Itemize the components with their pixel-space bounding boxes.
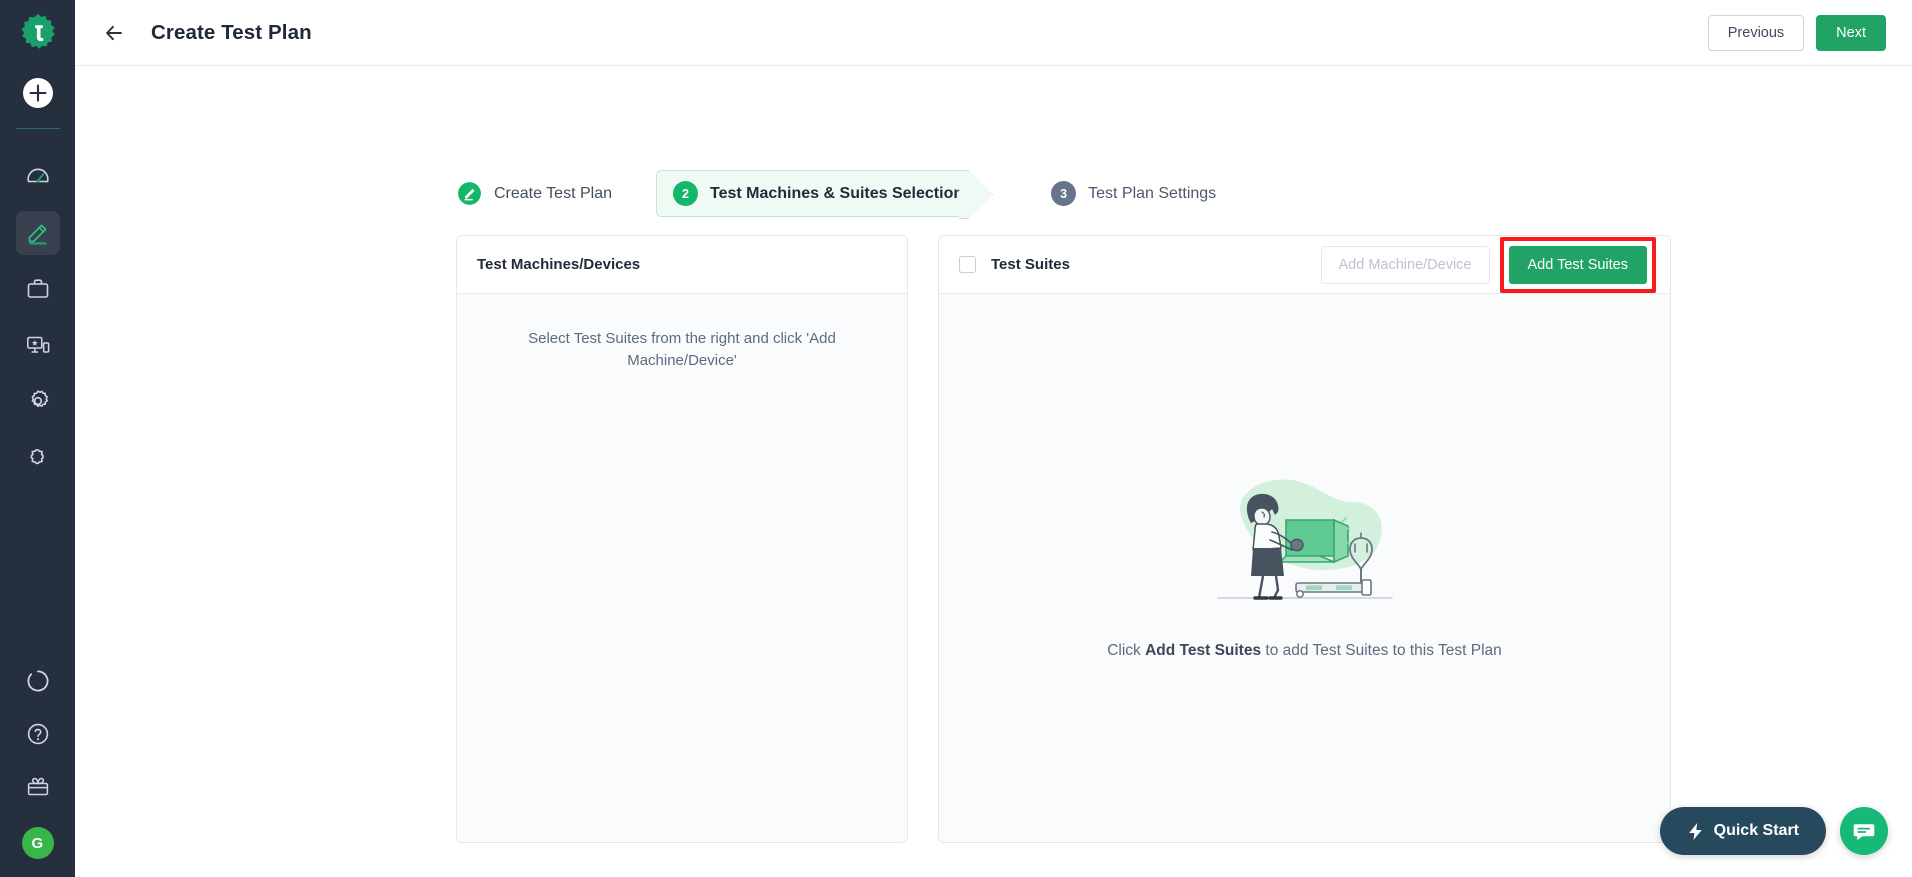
test-machines-panel-body: Select Test Suites from the right and cl… [457,294,907,842]
back-button[interactable] [99,18,129,48]
app-root: G Create Test Plan Previous Next Create … [0,0,1912,877]
sidebar-item-create[interactable] [15,211,60,255]
pencil-icon [28,224,46,245]
sidebar-nav [0,155,75,479]
quick-start-label: Quick Start [1713,822,1799,839]
next-button[interactable]: Next [1816,14,1886,51]
sidebar-bottom-group: G [0,668,75,859]
testsigma-logo-icon [21,14,55,49]
arrow-left-icon [106,25,122,40]
testsigma-logo[interactable] [12,8,64,60]
test-machines-panel: Test Machines/Devices Select Test Suites… [456,235,908,843]
sidebar-item-devices[interactable] [16,323,60,367]
floating-widgets: Quick Start [1659,807,1888,855]
test-suites-empty-state: Click Add Test Suites to add Test Suites… [939,466,1670,660]
empty-caption-bold: Add Test Suites [1145,642,1262,659]
content-area: Create Test Plan 2 Test Machines & Suite… [75,66,1912,877]
progress-circle-icon [26,670,48,692]
test-suites-panel-title: Test Suites [991,256,1070,273]
stepper-step-1[interactable]: Create Test Plan [457,171,656,217]
test-machines-panel-header: Test Machines/Devices [457,236,907,294]
step-completed-icon [458,182,481,205]
add-test-suites-highlight: Add Test Suites [1499,236,1656,293]
add-test-suites-button[interactable]: Add Test Suites [1508,245,1647,284]
sidebar-item-settings[interactable] [16,379,60,423]
test-suites-panel: Test Suites Add Machine/Device Add Test … [938,235,1671,843]
quick-start-button[interactable]: Quick Start [1659,807,1826,855]
select-all-test-suites-checkbox[interactable] [959,256,976,273]
stepper-step-3[interactable]: 3 Test Plan Settings [1051,171,1216,217]
sidebar-item-addons[interactable] [16,435,60,479]
gift-icon [27,777,48,796]
sidebar-item-dashboard[interactable] [16,155,60,199]
add-new-button[interactable] [21,76,55,110]
plus-circle-icon [22,78,53,108]
sidebar-item-projects[interactable] [16,267,60,311]
add-machine-device-button[interactable]: Add Machine/Device [1320,245,1490,284]
lightning-bolt-icon [1688,822,1702,840]
chat-button[interactable] [1840,807,1888,855]
stepper: Create Test Plan 2 Test Machines & Suite… [75,66,1912,217]
stepper-step-3-number: 3 [1051,181,1077,206]
stepper-step-2[interactable]: 2 Test Machines & Suites Selection [656,170,970,217]
page-title: Create Test Plan [151,20,312,44]
sidebar-item-whats-new[interactable] [25,774,51,805]
previous-button[interactable]: Previous [1707,14,1805,51]
test-machines-hint: Select Test Suites from the right and cl… [528,330,836,369]
sidebar-item-help[interactable] [25,721,51,752]
devices-icon [26,336,49,353]
empty-caption-after: to add Test Suites to this Test Plan [1261,642,1502,659]
main-area: Create Test Plan Previous Next Create Te… [75,0,1912,877]
topbar: Create Test Plan Previous Next [75,0,1912,66]
avatar[interactable]: G [21,827,54,859]
briefcase-icon [27,279,48,298]
test-suites-panel-actions: Add Machine/Device Add Test Suites [1320,236,1656,293]
test-suites-panel-body: Click Add Test Suites to add Test Suites… [939,294,1670,842]
test-machines-panel-title: Test Machines/Devices [477,256,641,273]
question-circle-icon [27,723,48,745]
stepper-step-1-label: Create Test Plan [494,184,612,202]
stepper-step-2-number: 2 [673,181,698,206]
sidebar-divider [15,128,60,129]
gear-icon [30,390,48,408]
sidebar-item-progress[interactable] [25,668,51,699]
topbar-actions: Previous Next [1707,14,1886,51]
empty-caption-before: Click [1107,642,1146,659]
puzzle-icon [30,449,44,465]
sidebar: G [0,0,75,877]
stepper-step-3-label: Test Plan Settings [1088,184,1217,202]
person-pushing-box-illustration [1216,479,1393,600]
panels-container: Test Machines/Devices Select Test Suites… [75,235,1912,843]
speedometer-icon [26,168,49,183]
test-suites-empty-caption: Click Add Test Suites to add Test Suites… [1107,642,1502,660]
stepper-step-2-label: Test Machines & Suites Selection [710,184,964,202]
chat-bubble-icon [1853,824,1875,840]
test-suites-panel-header: Test Suites Add Machine/Device Add Test … [939,236,1670,294]
